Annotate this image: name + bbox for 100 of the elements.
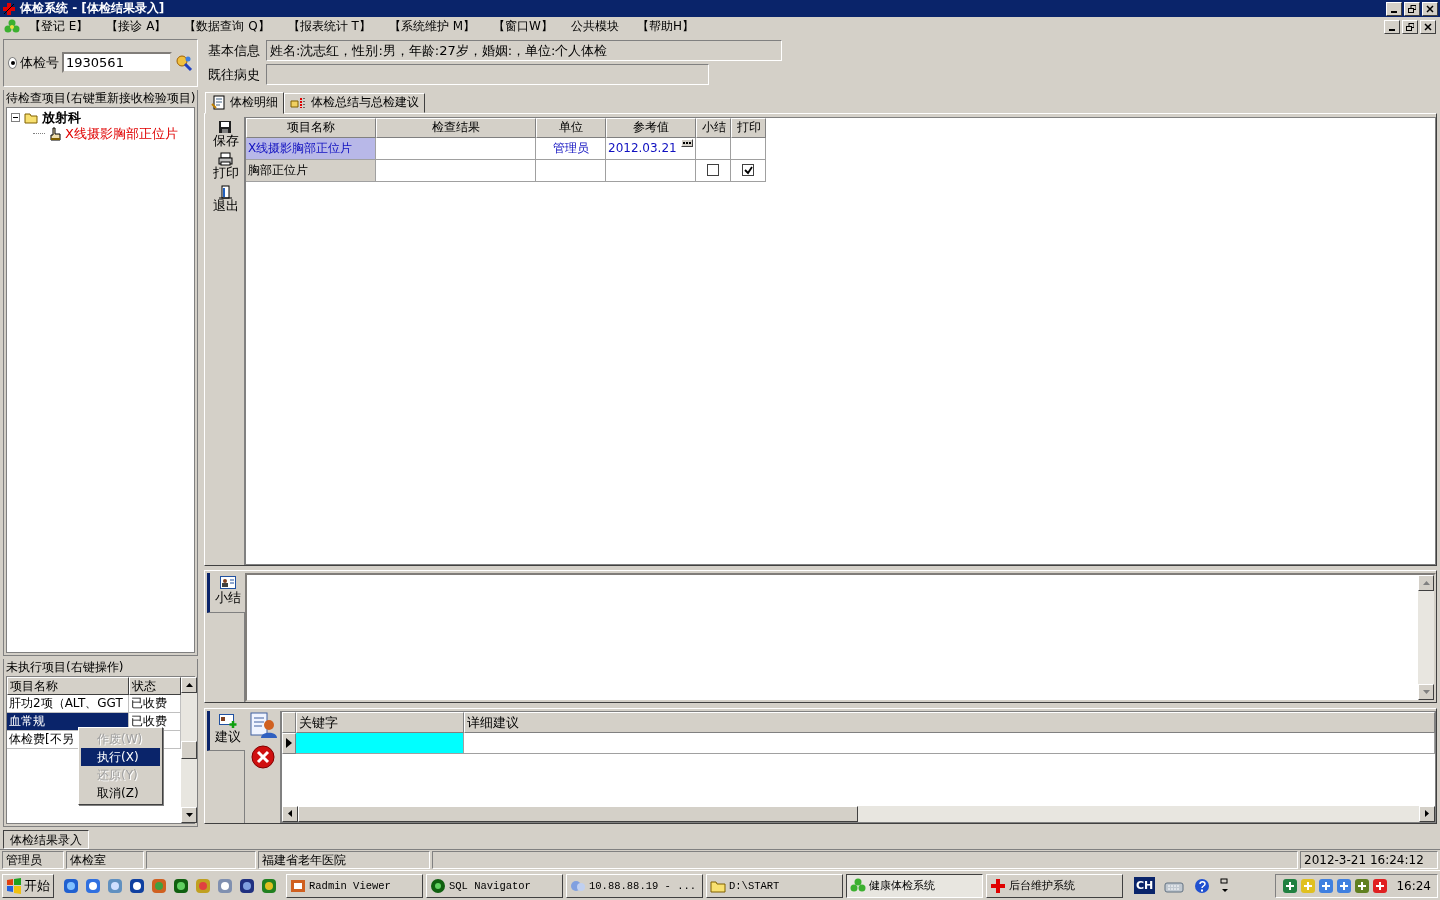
ellipsis-icon <box>683 141 691 144</box>
tree-item[interactable]: 放射科 <box>42 108 81 127</box>
close-icon <box>1424 22 1432 31</box>
scroll-left-button[interactable] <box>282 805 298 822</box>
menu-item[interactable]: 执行(X) <box>81 748 160 766</box>
list-cell[interactable]: 肝功2项（ALT、GGT <box>7 695 129 713</box>
side-tab[interactable]: 小结 <box>207 572 245 613</box>
clock: 16:24 <box>1396 878 1431 893</box>
column-header[interactable]: 检查结果 <box>376 117 536 138</box>
group-title: 待检查项目(右键重新接收检验项目) <box>5 89 197 107</box>
taskbar-button[interactable]: Radmin Viewer <box>286 873 423 898</box>
scroll-up-button[interactable] <box>181 677 197 694</box>
tree-item[interactable]: X线摄影胸部正位片 <box>65 124 178 143</box>
column-header[interactable]: 打印 <box>731 117 766 138</box>
user-document-icon[interactable] <box>248 710 277 739</box>
table-cell[interactable] <box>376 159 536 182</box>
menu-item[interactable]: 【帮助H】 <box>627 18 703 36</box>
up-arrow-icon <box>1422 580 1430 585</box>
quick-launch-icon[interactable] <box>63 877 79 894</box>
minimize-button[interactable] <box>1386 1 1402 16</box>
group-title: 未执行项目(右键操作) <box>5 659 125 677</box>
document-tab[interactable]: 体检结果录入 <box>3 830 89 850</box>
quick-launch-icon[interactable] <box>173 877 189 894</box>
help-icon[interactable] <box>1194 877 1211 894</box>
taskbar-button[interactable]: 健康体检系统 <box>846 873 983 898</box>
column-header[interactable]: 项目名称 <box>7 677 129 696</box>
column-header[interactable]: 关键字 <box>296 711 464 733</box>
quick-launch-icon[interactable] <box>239 877 255 894</box>
options-icon[interactable] <box>1220 877 1231 894</box>
taskbar-button[interactable]: 10.88.88.19 - ... <box>566 873 703 898</box>
tray-icon[interactable] <box>1336 877 1353 894</box>
list-cell[interactable]: 血常规 <box>7 713 129 731</box>
column-header[interactable]: 单位 <box>536 117 606 138</box>
table-cell[interactable] <box>696 137 731 160</box>
menu-item[interactable]: 【登记 E】 <box>20 18 98 36</box>
taskbar-button[interactable]: D:\START <box>706 873 843 898</box>
table-cell[interactable]: 胸部正位片 <box>246 159 376 182</box>
scroll-down-button[interactable] <box>1418 683 1434 700</box>
history-field[interactable] <box>266 64 709 86</box>
menu-item[interactable]: 【报表统计 T】 <box>278 18 380 36</box>
menu-item[interactable]: 公共模块 <box>561 18 628 36</box>
table-cell[interactable] <box>296 732 464 754</box>
radio-button[interactable] <box>8 56 17 69</box>
table-cell[interactable] <box>731 137 766 160</box>
menu-item[interactable]: 【数据查询 Q】 <box>175 18 279 36</box>
close-button[interactable] <box>1420 19 1436 34</box>
scroll-down-button[interactable] <box>181 807 197 824</box>
exit-button[interactable]: 退出 <box>210 183 241 214</box>
language-indicator[interactable]: CH <box>1134 877 1156 895</box>
field-label: 体检号 <box>20 53 59 72</box>
scroll-thumb[interactable] <box>181 741 197 760</box>
start-button[interactable]: 开始 <box>2 873 54 898</box>
quick-launch-icon[interactable] <box>129 877 145 894</box>
column-header[interactable]: 参考值 <box>606 117 696 138</box>
tab[interactable]: 体检总结与总检建议 <box>284 92 425 113</box>
document-icon <box>211 94 227 111</box>
id-input-field[interactable]: 1930561 <box>62 52 172 74</box>
taskbar-button[interactable]: 后台维护系统 <box>986 873 1123 898</box>
table-cell[interactable] <box>464 732 1435 754</box>
tab[interactable]: 体检明细 <box>205 91 284 114</box>
search-icon[interactable] <box>175 53 193 72</box>
collapse-toggle-icon[interactable] <box>11 113 20 123</box>
cross-icon <box>990 877 1006 894</box>
scroll-up-button[interactable] <box>1418 574 1434 591</box>
scroll-thumb[interactable] <box>298 805 858 822</box>
restore-button[interactable] <box>1402 19 1418 34</box>
column-header[interactable]: 详细建议 <box>464 711 1435 733</box>
table-cell[interactable] <box>606 159 696 182</box>
minimize-button[interactable] <box>1384 19 1400 34</box>
column-header[interactable]: 小结 <box>696 117 731 138</box>
close-button[interactable] <box>1422 1 1438 16</box>
menu-item[interactable]: 取消(Z) <box>81 784 160 802</box>
taskbar-button[interactable]: SQL Navigator <box>426 873 563 898</box>
scroll-right-button[interactable] <box>1419 805 1435 822</box>
column-header[interactable]: 状态 <box>129 677 181 696</box>
tray-icon[interactable] <box>1282 877 1299 894</box>
table-cell[interactable] <box>376 137 536 160</box>
ellipsis-button[interactable] <box>681 138 693 147</box>
table-cell[interactable]: 2012.03.21 <box>608 141 677 156</box>
menu-item[interactable]: 【接诊 A】 <box>97 18 176 36</box>
table-cell[interactable]: 管理员 <box>536 137 606 160</box>
tray-icon[interactable] <box>1318 877 1335 894</box>
column-header[interactable] <box>282 711 296 733</box>
menu-item[interactable]: 【窗口W】 <box>484 18 562 36</box>
quick-launch-icon[interactable] <box>85 877 101 894</box>
table-cell[interactable] <box>536 159 606 182</box>
restore-button[interactable] <box>1404 1 1420 16</box>
checkbox[interactable] <box>707 164 719 177</box>
tray-icon[interactable] <box>1354 877 1371 894</box>
column-header[interactable]: 项目名称 <box>246 117 376 138</box>
print-button[interactable]: 打印 <box>210 151 241 182</box>
row-indicator-icon <box>286 738 292 749</box>
up-arrow-icon <box>185 683 193 688</box>
save-button[interactable]: 保存 <box>210 118 241 150</box>
checkbox[interactable] <box>742 164 754 177</box>
tray-icon[interactable] <box>1372 877 1389 894</box>
delete-icon[interactable] <box>250 744 275 769</box>
menu-item[interactable]: 【系统维护 M】 <box>379 18 485 36</box>
table-cell[interactable]: X线摄影胸部正位片 <box>246 137 376 160</box>
side-tab[interactable]: 建议 <box>207 710 245 751</box>
